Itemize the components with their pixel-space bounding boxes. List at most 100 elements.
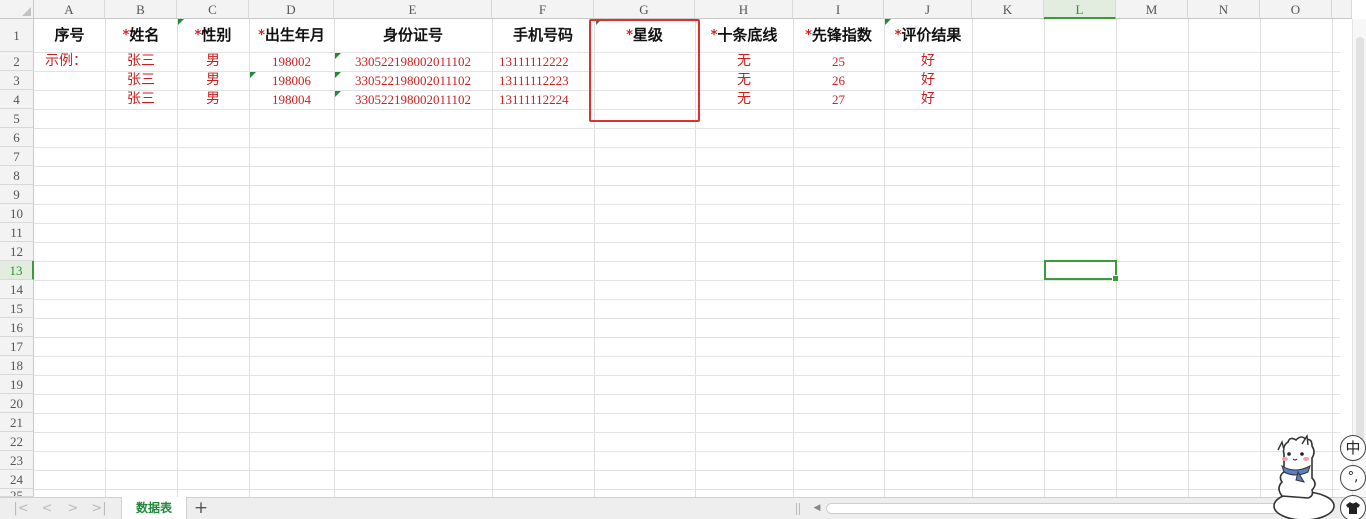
required-asterisk: *: [710, 28, 718, 43]
column-header-e[interactable]: E: [334, 0, 492, 19]
add-sheet-button[interactable]: +: [192, 499, 210, 517]
ime-language-button[interactable]: 中: [1340, 435, 1366, 461]
cell-h4[interactable]: 无: [695, 90, 793, 109]
required-asterisk: *: [122, 28, 130, 43]
cell-f1[interactable]: 手机号码: [492, 19, 594, 52]
column-header-k[interactable]: K: [972, 0, 1044, 19]
row-header-16[interactable]: 16: [0, 318, 34, 337]
row-header-12[interactable]: 12: [0, 242, 34, 261]
row-header-13[interactable]: 13: [0, 261, 34, 280]
column-header-d[interactable]: D: [249, 0, 334, 19]
column-header-n[interactable]: N: [1188, 0, 1260, 19]
sheet-tab-data[interactable]: 数据表: [121, 497, 187, 519]
vertical-scrollbar[interactable]: [1352, 19, 1366, 497]
first-sheet-icon[interactable]: |<: [10, 500, 32, 518]
grid-line: [34, 242, 1340, 243]
cell-j2[interactable]: 好: [884, 52, 972, 71]
cell-b3[interactable]: 张三: [105, 71, 177, 90]
prev-sheet-icon[interactable]: <: [36, 500, 58, 518]
row-header-5[interactable]: 5: [0, 109, 34, 128]
select-all-corner[interactable]: [0, 0, 34, 19]
column-header-i[interactable]: I: [793, 0, 884, 19]
row-header-21[interactable]: 21: [0, 413, 34, 432]
alpaca-mascot-icon: [1273, 433, 1335, 519]
cell-c3[interactable]: 男: [177, 71, 249, 90]
row-header-8[interactable]: 8: [0, 166, 34, 185]
row-header-11[interactable]: 11: [0, 223, 34, 242]
cell-h1[interactable]: *十条底线: [695, 19, 793, 52]
column-header-j[interactable]: J: [884, 0, 972, 19]
column-header-h[interactable]: H: [695, 0, 793, 19]
cell-c4[interactable]: 男: [177, 90, 249, 109]
scrollbar-track[interactable]: [826, 503, 1286, 514]
grid-line: [34, 147, 1340, 148]
column-header-a[interactable]: A: [34, 0, 105, 19]
row-header-15[interactable]: 15: [0, 299, 34, 318]
cell-d3[interactable]: 198006: [249, 71, 334, 90]
column-header-l[interactable]: L: [1044, 0, 1116, 19]
row-header-20[interactable]: 20: [0, 394, 34, 413]
row-header-25[interactable]: 25: [0, 489, 34, 497]
column-header-c[interactable]: C: [177, 0, 249, 19]
row-header-24[interactable]: 24: [0, 470, 34, 489]
cell-j3[interactable]: 好: [884, 71, 972, 90]
row-header-10[interactable]: 10: [0, 204, 34, 223]
cell-b2[interactable]: 张三: [105, 52, 177, 71]
splitter-handle-icon[interactable]: [796, 503, 800, 515]
row-header-7[interactable]: 7: [0, 147, 34, 166]
column-header-f[interactable]: F: [492, 0, 594, 19]
cell-j4[interactable]: 好: [884, 90, 972, 109]
next-sheet-icon[interactable]: >: [62, 500, 84, 518]
cell-d1[interactable]: *出生年月: [249, 19, 334, 52]
cell-i2[interactable]: 25: [793, 52, 884, 71]
cell-a1[interactable]: 序号: [34, 19, 105, 52]
cell-h3[interactable]: 无: [695, 71, 793, 90]
cell-b1[interactable]: *姓名: [105, 19, 177, 52]
cell-c1[interactable]: *性别: [177, 19, 249, 52]
last-sheet-icon[interactable]: >|: [88, 500, 110, 518]
cell-e4[interactable]: 330522198002011102: [334, 90, 492, 109]
cell-a2[interactable]: 示例：: [34, 52, 105, 71]
horizontal-scrollbar[interactable]: ◀: [796, 501, 1338, 516]
ime-skin-button[interactable]: [1340, 495, 1366, 519]
row-header-17[interactable]: 17: [0, 337, 34, 356]
header-label: 评价结果: [901, 26, 962, 44]
cell-e3[interactable]: 330522198002011102: [334, 71, 492, 90]
cell-h2[interactable]: 无: [695, 52, 793, 71]
cell-f3[interactable]: 13111112223: [492, 71, 594, 90]
cell-b4[interactable]: 张三: [105, 90, 177, 109]
cell-e2[interactable]: 330522198002011102: [334, 52, 492, 71]
row-header-1[interactable]: 1: [0, 19, 34, 52]
row-header-6[interactable]: 6: [0, 128, 34, 147]
cell-f4[interactable]: 13111112224: [492, 90, 594, 109]
column-header-o[interactable]: O: [1260, 0, 1332, 19]
ime-punctuation-button[interactable]: °,: [1340, 465, 1366, 491]
grid-line: [34, 337, 1340, 338]
cell-i3[interactable]: 26: [793, 71, 884, 90]
row-header-22[interactable]: 22: [0, 432, 34, 451]
required-asterisk: *: [258, 28, 265, 43]
row-header-19[interactable]: 19: [0, 375, 34, 394]
cell-j1[interactable]: *评价结果: [884, 19, 972, 52]
grid-line: [34, 299, 1340, 300]
cell-d4[interactable]: 198004: [249, 90, 334, 109]
row-header-18[interactable]: 18: [0, 356, 34, 375]
cell-c2[interactable]: 男: [177, 52, 249, 71]
active-cell-selection[interactable]: [1044, 260, 1119, 282]
column-header-b[interactable]: B: [105, 0, 177, 19]
row-header-3[interactable]: 3: [0, 71, 34, 90]
cell-f2[interactable]: 13111112222: [492, 52, 594, 71]
cell-i4[interactable]: 27: [793, 90, 884, 109]
row-header-23[interactable]: 23: [0, 451, 34, 470]
column-header-g[interactable]: G: [594, 0, 695, 19]
column-header-m[interactable]: M: [1116, 0, 1188, 19]
scrollbar-thumb[interactable]: [1356, 37, 1364, 457]
scroll-left-icon[interactable]: ◀: [810, 501, 824, 516]
row-header-14[interactable]: 14: [0, 280, 34, 299]
row-header-4[interactable]: 4: [0, 90, 34, 109]
cell-i1[interactable]: *先锋指数: [793, 19, 884, 52]
cell-e1[interactable]: 身份证号: [334, 19, 492, 52]
cell-d2[interactable]: 198002: [249, 52, 334, 71]
row-header-9[interactable]: 9: [0, 185, 34, 204]
row-header-2[interactable]: 2: [0, 52, 34, 71]
